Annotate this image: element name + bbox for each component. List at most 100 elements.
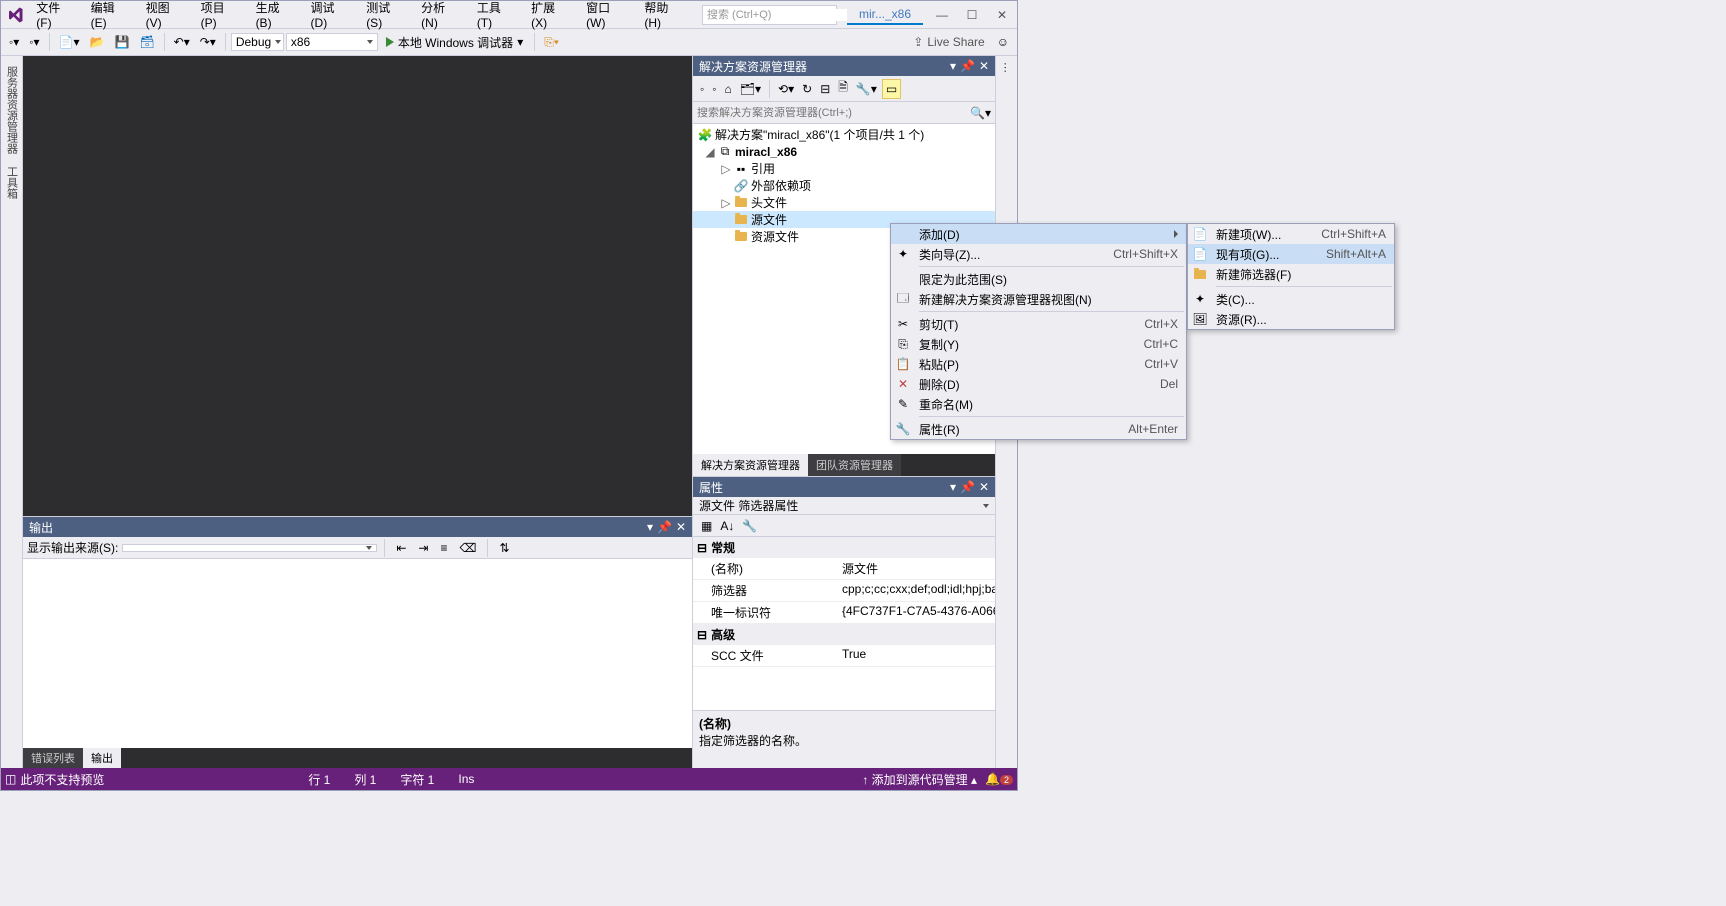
- tree-external[interactable]: 🔗 外部依赖项: [693, 177, 995, 194]
- sync-icon[interactable]: ⟲▾: [775, 80, 797, 98]
- menu-project[interactable]: 项目(P): [193, 0, 248, 34]
- output-source-dropdown[interactable]: [122, 544, 377, 552]
- show-all-icon[interactable]: 🗎: [835, 76, 851, 101]
- home-icon[interactable]: ⌂: [722, 80, 735, 98]
- props-cat-general[interactable]: ⊟ 常规: [693, 537, 995, 558]
- menu-analyze[interactable]: 分析(N): [413, 0, 469, 34]
- pin-icon[interactable]: 📌: [960, 480, 975, 494]
- pin-icon[interactable]: 📌: [960, 59, 975, 73]
- output-btn-1[interactable]: ⇤: [392, 539, 410, 557]
- close-icon[interactable]: ✕: [979, 59, 989, 73]
- refresh-icon[interactable]: ↻: [799, 80, 815, 98]
- sidebar-tab-right[interactable]: ⋯: [996, 56, 1015, 79]
- tree-references[interactable]: ▷ ▪▪ 引用: [693, 160, 995, 177]
- menu-debug[interactable]: 调试(D): [303, 0, 359, 34]
- menu-test[interactable]: 测试(S): [358, 0, 413, 34]
- fwd-icon[interactable]: ◦: [709, 80, 719, 98]
- menu-extensions[interactable]: 扩展(X): [523, 0, 578, 34]
- sm-new-filter[interactable]: 新建筛选器(F): [1188, 264, 1394, 284]
- tree-project[interactable]: ◢ ⧉ miracl_x86: [693, 143, 995, 160]
- output-btn-2[interactable]: ⇥: [414, 539, 432, 557]
- close-button[interactable]: ✕: [987, 5, 1017, 25]
- cm-add[interactable]: 添加(D): [891, 224, 1186, 244]
- menu-build[interactable]: 生成(B): [248, 0, 303, 34]
- pin-icon[interactable]: 📌: [657, 520, 672, 534]
- status-source-control[interactable]: ↑ 添加到源代码管理 ▴: [862, 771, 977, 788]
- wrench-icon[interactable]: 🔧: [738, 517, 761, 535]
- solution-search[interactable]: 🔍▾: [693, 102, 995, 124]
- props-row-scc[interactable]: SCC 文件 True: [693, 645, 995, 667]
- cm-properties[interactable]: 🔧 属性(R)Alt+Enter: [891, 419, 1186, 439]
- menu-file[interactable]: 文件(F): [28, 0, 82, 34]
- save-icon[interactable]: 💾: [110, 33, 133, 51]
- output-btn-4[interactable]: ⌫: [455, 539, 480, 557]
- cm-rename[interactable]: ✎ 重命名(M): [891, 394, 1186, 414]
- menu-help[interactable]: 帮助(H): [636, 0, 692, 34]
- sidebar-server-explorer[interactable]: 服务器资源管理器: [1, 60, 23, 160]
- tab-error-list[interactable]: 错误列表: [23, 748, 83, 768]
- cm-new-view[interactable]: 🗔 新建解决方案资源管理器视图(N): [891, 289, 1186, 309]
- sidebar-toolbox[interactable]: 工具箱: [1, 160, 23, 205]
- quick-search[interactable]: 🔍: [702, 5, 837, 25]
- props-row-name[interactable]: (名称) 源文件: [693, 558, 995, 580]
- start-debug-button[interactable]: 本地 Windows 调试器 ▾: [380, 32, 529, 53]
- nav-fwd-icon[interactable]: ◦▾: [25, 33, 43, 51]
- tree-headers[interactable]: ▷ 头文件: [693, 194, 995, 211]
- menu-edit[interactable]: 编辑(E): [83, 0, 138, 34]
- output-btn-5[interactable]: ⇅: [495, 539, 513, 557]
- properties-object[interactable]: 源文件 筛选器属性: [693, 497, 995, 515]
- config-dropdown[interactable]: Debug: [231, 33, 284, 51]
- sm-existing-item[interactable]: 📄 现有项(G)...Shift+Alt+A: [1188, 244, 1394, 264]
- alpha-icon[interactable]: A↓: [716, 517, 738, 535]
- dropdown-icon[interactable]: ▾: [950, 480, 956, 494]
- tab-solution-explorer[interactable]: 解决方案资源管理器: [693, 454, 808, 476]
- preview-icon[interactable]: ▭: [882, 79, 901, 99]
- notification-icon[interactable]: 🔔2: [985, 772, 1013, 786]
- categorized-icon[interactable]: ▦: [697, 517, 716, 535]
- feedback-icon[interactable]: ☺: [993, 33, 1013, 51]
- menu-view[interactable]: 视图(V): [138, 0, 193, 34]
- props-row-filter[interactable]: 筛选器 cpp;c;cc;cxx;def;odl;idl;hpj;bat;: [693, 580, 995, 602]
- cm-cut[interactable]: ✂ 剪切(T)Ctrl+X: [891, 314, 1186, 334]
- new-project-icon[interactable]: 📄▾: [55, 33, 84, 51]
- menu-tools[interactable]: 工具(T): [469, 0, 523, 34]
- dropdown-icon[interactable]: ▾: [950, 59, 956, 73]
- undo-icon[interactable]: ↶▾: [170, 33, 194, 51]
- cm-copy[interactable]: ⎘ 复制(Y)Ctrl+C: [891, 334, 1186, 354]
- tab-output[interactable]: 输出: [83, 748, 121, 768]
- platform-dropdown[interactable]: x86: [286, 33, 378, 51]
- nav-back-icon[interactable]: ◦▾: [5, 33, 23, 51]
- step-icon[interactable]: ⎘▾: [540, 33, 563, 52]
- live-share-button[interactable]: ⇪ Live Share: [907, 33, 990, 51]
- cm-delete[interactable]: ✕ 删除(D)Del: [891, 374, 1186, 394]
- back-icon[interactable]: ◦: [697, 80, 707, 98]
- solution-search-input[interactable]: [697, 107, 970, 119]
- dropdown-icon[interactable]: ▾: [647, 520, 653, 534]
- save-all-icon[interactable]: 🗃: [135, 33, 158, 51]
- cm-paste[interactable]: 📋 粘贴(P)Ctrl+V: [891, 354, 1186, 374]
- redo-icon[interactable]: ↷▾: [196, 33, 220, 51]
- quick-search-input[interactable]: [707, 9, 849, 21]
- tab-team-explorer[interactable]: 团队资源管理器: [808, 454, 901, 476]
- close-icon[interactable]: ✕: [979, 480, 989, 494]
- cm-scope[interactable]: 限定为此范围(S): [891, 269, 1186, 289]
- open-icon[interactable]: 📂: [86, 33, 109, 51]
- sm-new-item[interactable]: 📄 新建项(W)...Ctrl+Shift+A: [1188, 224, 1394, 244]
- minimize-button[interactable]: —: [927, 5, 957, 25]
- menu-window[interactable]: 窗口(W): [578, 0, 636, 34]
- status-preview: ◫ 此项不支持预览: [5, 771, 104, 788]
- properties-icon[interactable]: 🔧▾: [853, 80, 880, 98]
- sm-resource[interactable]: 🖼 资源(R)...: [1188, 309, 1394, 329]
- cm-class-wizard[interactable]: ✦ 类向导(Z)... Ctrl+Shift+X: [891, 244, 1186, 264]
- props-row-uid[interactable]: 唯一标识符 {4FC737F1-C7A5-4376-A066-2: [693, 602, 995, 624]
- maximize-button[interactable]: ☐: [957, 5, 987, 25]
- switch-icon[interactable]: 🗂▾: [737, 80, 764, 98]
- output-btn-3[interactable]: ≡: [436, 539, 451, 557]
- close-icon[interactable]: ✕: [676, 520, 686, 534]
- active-doc-tab[interactable]: mir..._x86: [847, 5, 923, 25]
- tree-solution[interactable]: 🧩 解决方案"miracl_x86"(1 个项目/共 1 个): [693, 126, 995, 143]
- props-cat-advanced[interactable]: ⊟ 高级: [693, 624, 995, 645]
- main-toolbar: ◦▾ ◦▾ 📄▾ 📂 💾 🗃 ↶▾ ↷▾ Debug x86 本地 Window…: [1, 29, 1017, 56]
- collapse-icon[interactable]: ⊟: [817, 80, 833, 98]
- sm-class[interactable]: ✦ 类(C)...: [1188, 289, 1394, 309]
